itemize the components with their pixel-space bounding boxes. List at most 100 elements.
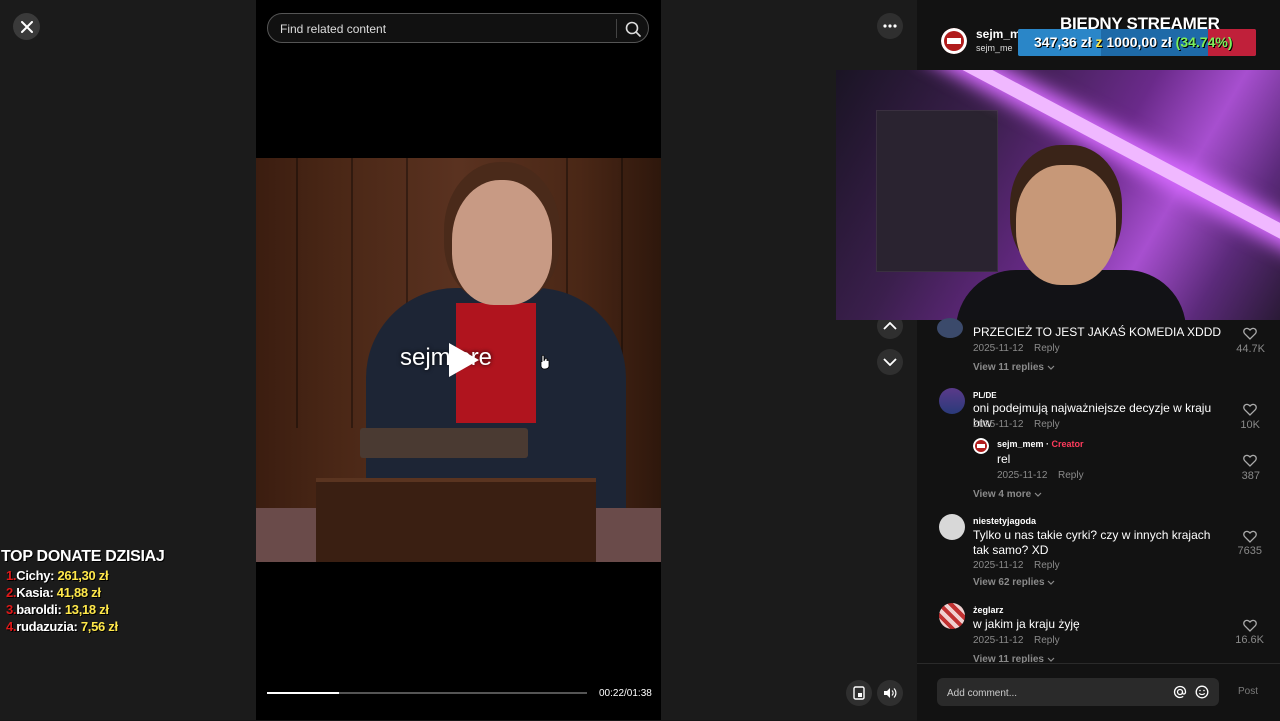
like-count: 7635 [1237,545,1262,557]
comment-date: 2025-11-12 [973,560,1024,571]
search-bar [267,13,649,44]
comment-text: PRZECIEŻ TO JEST JAKAŚ KOMEDIA XDDD [973,325,1222,339]
view-replies-label: View 62 replies [973,577,1045,588]
chevron-down-icon [883,358,897,366]
heart-icon[interactable] [1243,530,1257,543]
video-progress-fill [267,692,339,694]
volume-icon [884,688,897,698]
donation-goal-text: 347,36 zł z 1000,00 zł (34.74%) [1034,34,1232,50]
reply-avatar[interactable] [973,438,989,454]
comment-username[interactable]: PL/DE [973,391,997,400]
next-video-button[interactable] [877,349,903,375]
comment-text: Tylko u nas takie cyrki? czy w innych kr… [973,528,1211,557]
donate-name: Cichy: [16,568,55,583]
like-count: 10K [1240,419,1260,431]
heart-icon[interactable] [1243,619,1257,632]
video-time: 00:22/01:38 [599,688,652,699]
like-count: 16.6K [1235,634,1264,646]
speaker-head [452,180,552,305]
donate-amount: 7,56 zł [80,619,118,634]
goal-z: z [1095,34,1103,50]
close-icon [20,20,33,33]
donate-name: baroldi: [16,602,62,617]
donate-rank: 2. [6,585,17,600]
goal-current: 347,36 zł [1034,34,1092,50]
comment-username[interactable]: żeglarz [973,605,1004,615]
search-icon[interactable] [624,20,642,38]
reply-button[interactable]: Reply [1034,343,1060,354]
donate-item: 3.baroldi: 13,18 zł [6,602,109,617]
reply-text: rel [997,452,1011,466]
creator-badge: Creator [1051,439,1084,449]
cursor-icon [540,354,550,370]
view-more-label: View 4 more [973,489,1032,500]
creator-avatar[interactable] [941,28,967,54]
volume-button[interactable] [877,680,903,706]
webcam-streamer-head [1016,165,1116,285]
heart-icon[interactable] [1243,327,1257,340]
comment-username[interactable]: niestetyjagoda [973,516,1036,526]
play-icon[interactable] [443,340,483,380]
wood-panel [296,158,298,428]
reply-date: 2025-11-12 [997,470,1048,481]
creator-username: sejm_m [976,27,1021,41]
chevron-up-icon [883,322,897,330]
chevron-down-icon [1047,580,1055,585]
view-replies-button[interactable]: View 62 replies [973,577,1055,588]
floating-player-button[interactable] [846,680,872,706]
podium [316,478,596,562]
comment-date: 2025-11-12 [973,419,1024,430]
reply-user-name: sejm_mem [997,439,1044,449]
search-input[interactable] [278,14,612,44]
lectern [360,428,528,458]
donate-rank: 4. [6,619,17,634]
reply-button[interactable]: Reply [1034,560,1060,571]
floating-player-icon [853,686,865,700]
wood-panel [351,158,353,428]
more-button[interactable] [877,13,903,39]
donation-goal-bar: 347,36 zł z 1000,00 zł (34.74%) [1018,29,1256,56]
mention-icon[interactable] [1173,685,1187,699]
donate-amount: 261,30 zł [57,568,109,583]
more-icon [883,24,897,28]
view-replies-label: View 11 replies [973,362,1044,373]
donate-item: 2.Kasia: 41,88 zł [6,585,101,600]
view-replies-button[interactable]: View 11 replies [973,362,1055,373]
donate-amount: 13,18 zł [64,602,109,617]
comment-avatar[interactable] [939,603,965,629]
comment-avatar[interactable] [939,388,965,414]
creator-handle: sejm_me [976,43,1013,53]
comment-avatar[interactable] [939,514,965,540]
heart-icon[interactable] [1243,454,1257,467]
donate-rank: 3. [6,602,17,617]
reply-username[interactable]: sejm_mem · Creator [997,439,1084,449]
donate-item: 4.rudazuzia: 7,56 zł [6,619,118,634]
close-button[interactable] [13,13,40,40]
chevron-down-icon [1034,492,1042,497]
goal-target: 1000,00 zł [1106,34,1172,50]
heart-icon[interactable] [1243,403,1257,416]
creator-logo [941,28,967,54]
comment-input[interactable] [945,678,1169,708]
view-more-button[interactable]: View 4 more [973,489,1042,500]
search-divider [616,19,617,38]
comment-date: 2025-11-12 [973,635,1024,646]
emoji-icon[interactable] [1195,685,1209,699]
chevron-down-icon [1047,657,1055,662]
goal-percent: (34.74%) [1175,34,1233,50]
comment-date: 2025-11-12 [973,343,1024,354]
post-button[interactable]: Post [1238,686,1258,697]
reply-button[interactable]: Reply [1058,470,1084,481]
top-donate-title: TOP DONATE DZISIAJ [1,548,165,565]
comment-text: w jakim ja kraju żyję [973,617,1080,631]
webcam-overlay [836,70,1280,320]
reply-button[interactable]: Reply [1034,635,1060,646]
webcam-shelf [876,110,998,272]
donate-item: 1.Cichy: 261,30 zł [6,568,109,583]
chevron-down-icon [1047,365,1055,370]
like-count: 44.7K [1236,343,1265,355]
video-progress-bar[interactable] [267,692,587,694]
comment-avatar[interactable] [937,318,963,338]
like-count: 387 [1241,470,1260,482]
reply-button[interactable]: Reply [1034,419,1060,430]
